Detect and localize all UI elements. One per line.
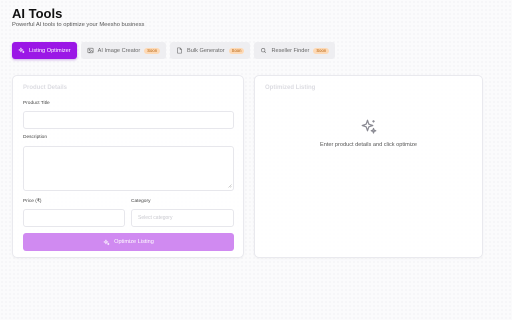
soon-badge: Soon: [313, 47, 330, 54]
tab-label: AI Image Creator: [97, 47, 141, 54]
tab-label: Bulk Generator: [187, 47, 225, 54]
product-details-card: Product Details Product Title Descriptio…: [12, 75, 244, 258]
tab-label: Reseller Finder: [271, 47, 310, 54]
resize-handle-icon[interactable]: [228, 184, 232, 188]
page-subtitle: Powerful AI tools to optimize your Meesh…: [12, 22, 145, 28]
tab-label: Listing Optimizer: [29, 47, 71, 54]
card-title: Product Details: [23, 85, 68, 91]
optimize-button-label: Optimize Listing: [114, 239, 154, 245]
page-title: AI Tools: [12, 6, 63, 21]
soon-badge: Soon: [144, 47, 161, 54]
price-input[interactable]: [23, 209, 125, 227]
soon-badge: Soon: [228, 47, 245, 54]
category-label: Category: [131, 199, 151, 204]
tab-bulk-generator[interactable]: Bulk Generator Soon: [170, 42, 251, 59]
description-textarea[interactable]: [23, 146, 234, 191]
optimized-listing-card: Optimized Listing Enter product details …: [254, 75, 483, 258]
tab-listing-optimizer[interactable]: Listing Optimizer: [12, 42, 77, 59]
sparkles-icon: [18, 47, 25, 54]
sparkles-icon: [103, 239, 110, 245]
category-select[interactable]: Select category: [131, 209, 234, 227]
tab-reseller-finder[interactable]: Reseller Finder Soon: [254, 42, 336, 59]
product-title-label: Product Title: [23, 101, 50, 106]
sparkles-icon: [361, 119, 377, 134]
tab-ai-image-creator[interactable]: AI Image Creator Soon: [80, 42, 167, 59]
price-label: Price (₹): [23, 199, 42, 204]
optimize-listing-button[interactable]: Optimize Listing: [23, 233, 234, 251]
category-select-value: Select category: [138, 215, 173, 221]
product-title-input[interactable]: [23, 111, 234, 129]
image-icon: [87, 47, 94, 54]
empty-state-message: Enter product details and click optimize: [319, 142, 417, 148]
description-label: Description: [23, 135, 47, 140]
search-icon: [261, 48, 267, 54]
file-icon: [177, 47, 182, 54]
card-title: Optimized Listing: [265, 85, 316, 91]
tool-tabs: Listing Optimizer AI Image Creator Soon …: [12, 42, 336, 59]
